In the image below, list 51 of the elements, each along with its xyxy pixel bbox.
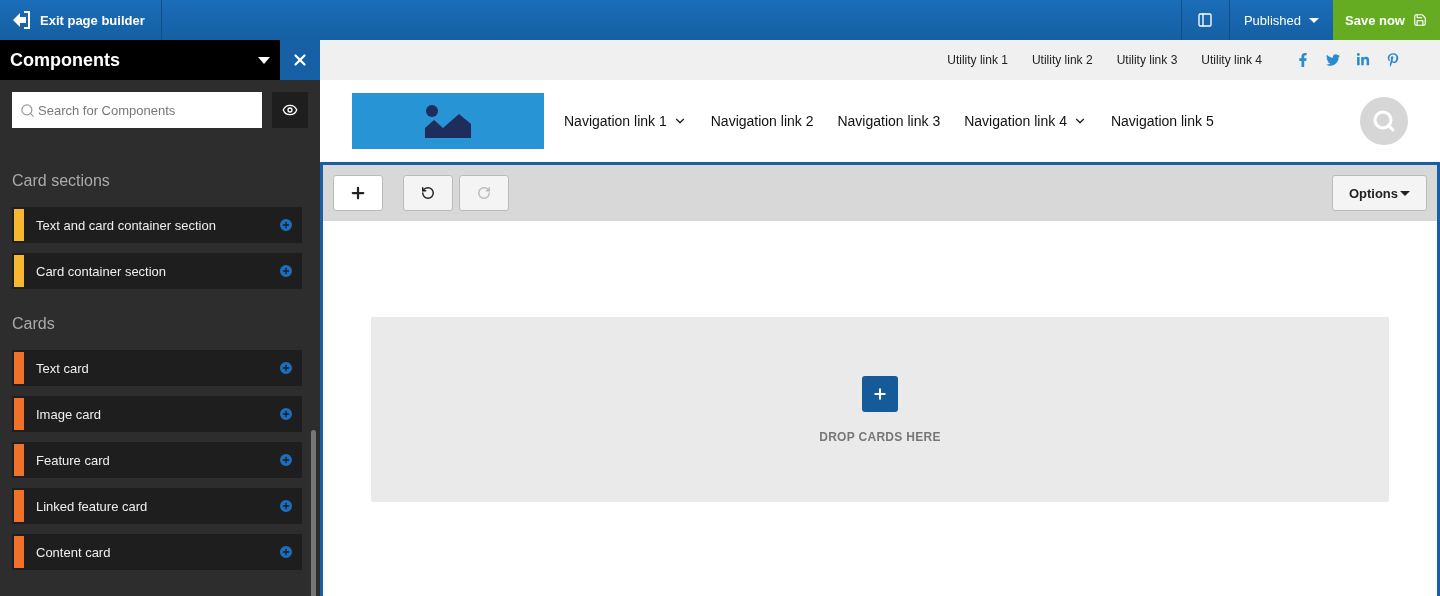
close-icon bbox=[291, 51, 309, 69]
add-icon[interactable] bbox=[278, 452, 294, 468]
nav-link[interactable]: Navigation link 3 bbox=[837, 113, 941, 129]
add-card-button[interactable] bbox=[862, 375, 898, 412]
exit-arrow-icon bbox=[12, 11, 32, 29]
nav-link[interactable]: Navigation link 5 bbox=[1110, 113, 1214, 129]
sidebar-title: Components bbox=[10, 49, 120, 71]
facebook-icon[interactable] bbox=[1296, 53, 1310, 67]
component-item[interactable]: Feature card bbox=[12, 442, 302, 478]
component-item[interactable]: Text card bbox=[12, 350, 302, 386]
nav-link[interactable]: Navigation link 2 bbox=[710, 113, 814, 129]
utility-link[interactable]: Utility link 4 bbox=[1201, 53, 1262, 67]
component-item[interactable]: Card container section bbox=[12, 253, 302, 289]
component-item[interactable]: Image card bbox=[12, 396, 302, 432]
add-button[interactable] bbox=[333, 175, 383, 211]
drop-label: DROP CARDS HERE bbox=[819, 429, 941, 444]
save-icon bbox=[1412, 13, 1427, 27]
caret-icon[interactable] bbox=[258, 56, 270, 64]
redo-icon bbox=[477, 186, 491, 200]
add-icon[interactable] bbox=[278, 217, 294, 233]
pinterest-icon[interactable] bbox=[1386, 53, 1400, 67]
image-icon bbox=[425, 104, 471, 138]
add-icon[interactable] bbox=[278, 544, 294, 560]
eye-icon bbox=[282, 102, 298, 118]
search-icon bbox=[1372, 109, 1396, 133]
group-title: Cards bbox=[11, 314, 56, 334]
component-item[interactable]: Content card bbox=[12, 534, 302, 570]
search-icon bbox=[20, 103, 35, 118]
nav-link[interactable]: Navigation link 4 bbox=[964, 113, 1087, 129]
preview-button[interactable] bbox=[272, 92, 308, 128]
undo-button[interactable] bbox=[403, 175, 453, 211]
add-icon[interactable] bbox=[278, 498, 294, 514]
add-icon[interactable] bbox=[278, 406, 294, 422]
utility-link[interactable]: Utility link 1 bbox=[947, 53, 1008, 67]
utility-link[interactable]: Utility link 3 bbox=[1116, 53, 1178, 67]
panel-icon bbox=[1197, 12, 1214, 28]
plus-icon bbox=[872, 385, 888, 402]
utility-link[interactable]: Utility link 2 bbox=[1031, 53, 1093, 67]
add-icon[interactable] bbox=[278, 360, 294, 376]
options-button[interactable]: Options bbox=[1331, 175, 1427, 211]
nav-link[interactable]: Navigation link 1 bbox=[564, 113, 687, 129]
search-field[interactable]: Search for Components bbox=[12, 92, 262, 128]
group-title: Card sections bbox=[11, 171, 111, 191]
undo-icon bbox=[421, 186, 435, 200]
component-item[interactable]: Linked feature card bbox=[12, 488, 302, 524]
close-button[interactable] bbox=[280, 40, 320, 80]
linkedin-icon[interactable] bbox=[1356, 53, 1370, 67]
plus-icon bbox=[349, 184, 367, 202]
twitter-icon[interactable] bbox=[1326, 53, 1340, 67]
add-icon[interactable] bbox=[278, 263, 294, 279]
component-item[interactable]: Text and card container section bbox=[12, 207, 302, 243]
